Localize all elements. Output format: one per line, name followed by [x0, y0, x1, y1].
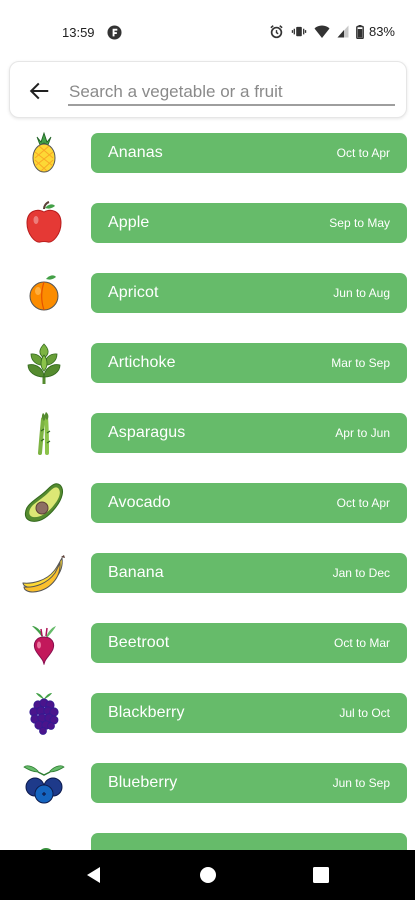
circle-home-icon[interactable] [197, 864, 219, 886]
list-item[interactable]: Asparagus Apr to Jun [0, 398, 415, 468]
list-item[interactable]: Avocado Oct to Apr [0, 468, 415, 538]
list-item-partial[interactable] [0, 818, 415, 850]
item-season: Oct to Apr [336, 496, 390, 510]
item-pill[interactable]: Blueberry Jun to Sep [91, 763, 407, 803]
item-name: Apple [108, 214, 150, 231]
arrow-back-icon[interactable] [28, 80, 50, 102]
triangle-back-icon[interactable] [84, 864, 106, 886]
item-name: Blackberry [108, 704, 185, 721]
list-item[interactable]: Ananas Oct to Apr [0, 118, 415, 188]
item-pill[interactable]: Artichoke Mar to Sep [91, 343, 407, 383]
item-season: Oct to Apr [336, 146, 390, 160]
broccoli-icon [40, 848, 52, 850]
item-name: Blueberry [108, 774, 178, 791]
item-name: Artichoke [108, 354, 176, 371]
item-pill[interactable]: Asparagus Apr to Jun [91, 413, 407, 453]
apple-icon [26, 201, 62, 243]
wifi-icon [314, 25, 330, 38]
item-pill[interactable]: Banana Jan to Dec [91, 553, 407, 593]
item-name: Ananas [108, 144, 163, 161]
item-name: Avocado [108, 494, 171, 511]
item-season: Jul to Oct [339, 706, 390, 720]
signal-icon [337, 25, 349, 38]
battery-percentage: 83% [368, 24, 395, 39]
status-icons: 83% [269, 24, 395, 39]
list-item[interactable]: Apple Sep to May [0, 188, 415, 258]
list-item[interactable]: Apricot Jun to Aug [0, 258, 415, 328]
search-input[interactable] [68, 78, 386, 106]
item-pill[interactable] [91, 833, 407, 850]
vibrate-icon [291, 26, 307, 37]
blackberry-icon [29, 693, 59, 735]
pineapple-icon [32, 131, 56, 173]
status-time: 13:59 [62, 25, 95, 40]
banana-icon [22, 555, 65, 593]
item-name: Banana [108, 564, 164, 581]
battery-icon [356, 24, 364, 39]
avocado-icon [24, 483, 64, 522]
blueberry-icon [23, 765, 65, 804]
notification-app-icon [107, 25, 122, 40]
system-nav-bar [0, 850, 415, 900]
item-name: Asparagus [108, 424, 186, 441]
item-name: Beetroot [108, 634, 170, 651]
list-item[interactable]: Blackberry Jul to Oct [0, 678, 415, 748]
apricot-icon [29, 275, 59, 311]
item-pill[interactable]: Blackberry Jul to Oct [91, 693, 407, 733]
item-pill[interactable]: Apple Sep to May [91, 203, 407, 243]
item-pill[interactable]: Ananas Oct to Apr [91, 133, 407, 173]
alarm-icon [270, 25, 283, 39]
beetroot-icon [32, 626, 56, 665]
item-pill[interactable]: Beetroot Oct to Mar [91, 623, 407, 663]
item-season: Sep to May [329, 216, 390, 230]
list-item[interactable]: Beetroot Oct to Mar [0, 608, 415, 678]
list-item[interactable]: Blueberry Jun to Sep [0, 748, 415, 818]
list-item[interactable]: Banana Jan to Dec [0, 538, 415, 608]
produce-list: Ananas Oct to Apr Apple Sep to May Apric… [0, 118, 415, 850]
item-season: Apr to Jun [335, 426, 390, 440]
search-underline [68, 104, 395, 106]
item-name: Apricot [108, 284, 159, 301]
item-pill[interactable]: Apricot Jun to Aug [91, 273, 407, 313]
artichoke-icon [27, 343, 61, 384]
item-season: Jan to Dec [332, 566, 390, 580]
item-season: Jun to Aug [333, 286, 390, 300]
item-season: Oct to Mar [333, 636, 390, 650]
list-item[interactable]: Artichoke Mar to Sep [0, 328, 415, 398]
status-bar: 13:59 83% [0, 0, 415, 62]
item-season: Mar to Sep [331, 356, 390, 370]
search-bar [9, 61, 407, 118]
item-season: Jun to Sep [332, 776, 390, 790]
item-pill[interactable]: Avocado Oct to Apr [91, 483, 407, 523]
asparagus-icon [38, 412, 51, 455]
square-recents-icon[interactable] [310, 864, 332, 886]
